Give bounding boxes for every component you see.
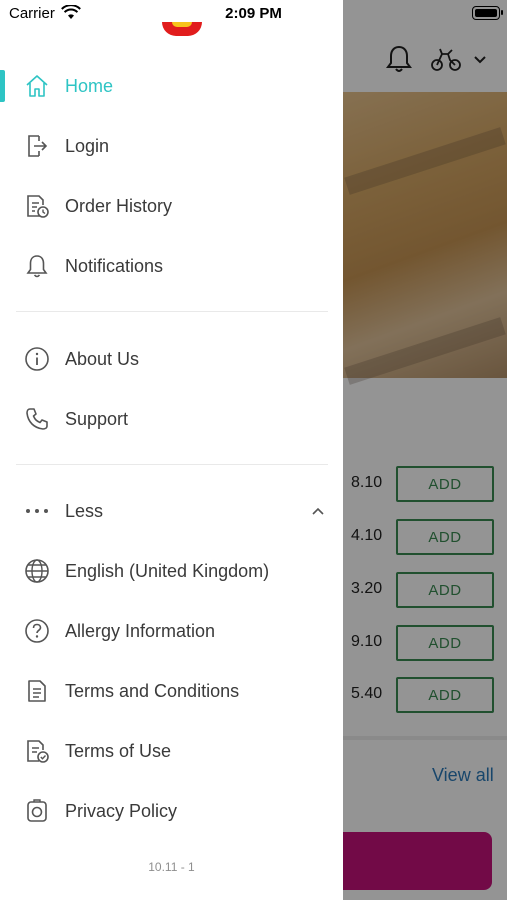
menu-item-allergy-information[interactable]: Allergy Information bbox=[0, 601, 343, 661]
menu-item-login[interactable]: Login bbox=[0, 116, 343, 176]
menu-item-order-history[interactable]: Order History bbox=[0, 176, 343, 236]
menu-label: Home bbox=[65, 75, 114, 96]
menu-label: English (United Kingdom) bbox=[65, 560, 270, 581]
menu-item-language[interactable]: English (United Kingdom) bbox=[0, 541, 343, 601]
menu-item-less[interactable]: Less bbox=[0, 481, 343, 541]
menu-item-notifications[interactable]: Notifications bbox=[0, 236, 343, 296]
divider bbox=[16, 311, 328, 312]
menu-label: Support bbox=[65, 408, 129, 429]
home-icon bbox=[24, 73, 50, 99]
phone-icon bbox=[24, 406, 50, 432]
menu-label: Notifications bbox=[65, 255, 164, 276]
order-history-icon bbox=[24, 193, 50, 219]
app-version: 10.11 - 1 bbox=[148, 860, 195, 874]
privacy-icon bbox=[24, 798, 50, 824]
divider bbox=[16, 464, 328, 465]
navigation-drawer: Home Login Order History Notifications A… bbox=[0, 0, 343, 900]
login-icon bbox=[24, 133, 50, 159]
menu-label: Allergy Information bbox=[65, 620, 216, 641]
menu-item-privacy-policy[interactable]: Privacy Policy bbox=[0, 781, 343, 841]
chevron-up-icon[interactable] bbox=[310, 506, 326, 516]
globe-icon bbox=[24, 558, 50, 584]
document-check-icon bbox=[24, 738, 50, 764]
menu-label: Privacy Policy bbox=[65, 800, 178, 821]
bell-icon bbox=[24, 253, 50, 279]
battery-icon bbox=[472, 6, 503, 20]
document-icon bbox=[24, 678, 50, 704]
menu-item-home[interactable]: Home bbox=[0, 56, 343, 116]
menu-label: Less bbox=[65, 500, 104, 521]
menu-label: Login bbox=[65, 135, 110, 156]
menu-label: About Us bbox=[65, 348, 140, 369]
status-bar: Carrier 2:09 PM bbox=[0, 0, 507, 28]
menu-item-about-us[interactable]: About Us bbox=[0, 329, 343, 389]
menu-item-support[interactable]: Support bbox=[0, 389, 343, 449]
clock: 2:09 PM bbox=[225, 5, 282, 22]
menu-item-terms-and-conditions[interactable]: Terms and Conditions bbox=[0, 661, 343, 721]
menu-label: Order History bbox=[65, 195, 173, 216]
menu-label: Terms of Use bbox=[65, 740, 172, 761]
info-icon bbox=[24, 346, 50, 372]
question-icon bbox=[24, 618, 50, 644]
menu-item-terms-of-use[interactable]: Terms of Use bbox=[0, 721, 343, 781]
more-dots-icon bbox=[24, 498, 50, 524]
menu-label: Terms and Conditions bbox=[65, 680, 240, 701]
